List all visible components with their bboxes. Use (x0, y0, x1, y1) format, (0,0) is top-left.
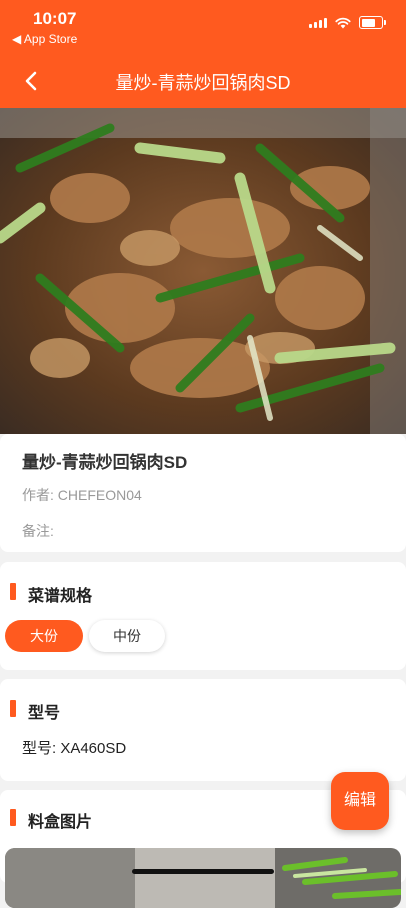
model-value: 型号: XA460SD (22, 740, 127, 757)
spec-section-title: 菜谱规格 (10, 582, 92, 606)
section-accent-bar (10, 809, 16, 826)
spec-option-medium[interactable]: 中份 (89, 620, 165, 652)
status-time: 10:07 (33, 9, 77, 28)
model-card: 型号 型号: XA460SD (0, 679, 406, 781)
dish-photo (0, 108, 406, 434)
dish-author: 作者: CHEFEON04 (22, 487, 142, 503)
app-store-back-link[interactable]: ◀ App Store (12, 32, 77, 46)
battery-icon (359, 16, 386, 29)
dish-name: 量炒-青蒜炒回锅肉SD (22, 453, 188, 472)
page-title: 量炒-青蒜炒回锅肉SD (115, 73, 291, 93)
spec-option-large[interactable]: 大份 (5, 620, 83, 652)
model-section-title: 型号 (10, 699, 60, 723)
box-photo (5, 848, 401, 908)
dish-info-card: 量炒-青蒜炒回锅肉SD 作者: CHEFEON04 备注: (0, 434, 406, 552)
dish-note: 备注: (22, 523, 54, 539)
box-section-label: 料盒图片 (28, 814, 93, 831)
section-accent-bar (10, 700, 16, 717)
wifi-icon (335, 17, 351, 28)
nav-bar: 量炒-青蒜炒回锅肉SD (0, 56, 406, 108)
spec-card: 菜谱规格 大份 中份 (0, 562, 406, 670)
status-icons (309, 16, 386, 29)
signal-icon (309, 17, 327, 28)
home-indicator (132, 869, 274, 874)
edit-button[interactable]: 编辑 (331, 772, 389, 830)
status-bar: 10:07 ◀ App Store (0, 0, 406, 56)
box-section-title: 料盒图片 (10, 808, 92, 832)
spec-section-label: 菜谱规格 (28, 588, 93, 605)
model-section-label: 型号 (28, 705, 61, 722)
section-accent-bar (10, 583, 16, 600)
